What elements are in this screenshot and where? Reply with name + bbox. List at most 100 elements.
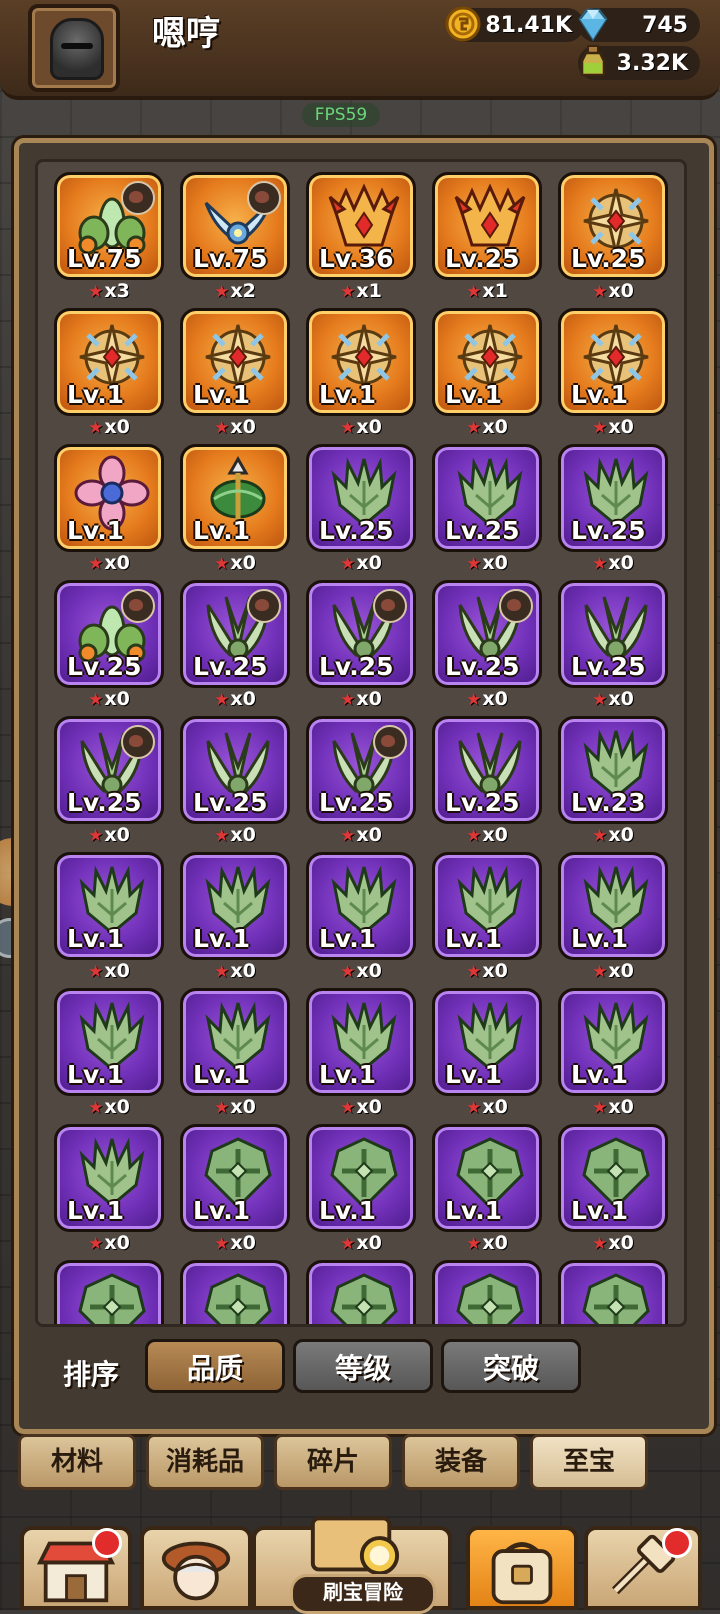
item-slot[interactable]: Lv.1 ★x0	[558, 1124, 668, 1254]
item-tile[interactable]	[558, 1260, 668, 1324]
item-tile[interactable]	[54, 1260, 164, 1324]
item-tile[interactable]	[180, 1260, 290, 1324]
sort-quality-button[interactable]: 品质	[145, 1339, 285, 1393]
item-slot[interactable]: Lv.75 ★x2	[180, 172, 290, 302]
item-tile[interactable]: Lv.25	[306, 716, 416, 824]
item-tile[interactable]: Lv.25	[558, 172, 668, 280]
item-slot[interactable]: Lv.25 ★x0	[306, 716, 416, 846]
item-slot[interactable]: Lv.1 ★x0	[54, 444, 164, 574]
item-tile[interactable]: Lv.1	[558, 988, 668, 1096]
item-slot[interactable]: Lv.1 ★x0	[432, 1124, 542, 1254]
item-slot[interactable]: Lv.1 ★x0	[558, 988, 668, 1118]
item-tile[interactable]: Lv.25	[306, 444, 416, 552]
item-slot[interactable]: Lv.1 ★x0	[432, 988, 542, 1118]
item-tile[interactable]: Lv.25	[54, 716, 164, 824]
item-slot[interactable]: Lv.75 ★x3	[54, 172, 164, 302]
item-tile[interactable]: Lv.25	[54, 580, 164, 688]
item-tile[interactable]: Lv.1	[432, 988, 542, 1096]
nav-shop[interactable]	[20, 1526, 132, 1610]
item-tile[interactable]: Lv.25	[432, 716, 542, 824]
item-slot[interactable]: Lv.1 ★x0	[432, 308, 542, 438]
item-tile[interactable]: Lv.1	[558, 1124, 668, 1232]
item-slot[interactable]: Lv.1 ★x0	[558, 308, 668, 438]
item-tile[interactable]: Lv.1	[54, 852, 164, 960]
item-slot[interactable]: Lv.1 ★x0	[54, 308, 164, 438]
item-tile[interactable]: Lv.1	[54, 988, 164, 1096]
item-tile[interactable]: Lv.1	[306, 988, 416, 1096]
item-slot[interactable]: Lv.25 ★x0	[558, 172, 668, 302]
item-tile[interactable]: Lv.25	[306, 580, 416, 688]
item-slot[interactable]: Lv.1 ★x0	[180, 444, 290, 574]
item-tile[interactable]: Lv.1	[306, 1124, 416, 1232]
item-slot[interactable]: Lv.25 ★x0	[558, 580, 668, 710]
item-tile[interactable]: Lv.75	[180, 172, 290, 280]
item-tile[interactable]: Lv.75	[54, 172, 164, 280]
item-slot[interactable]: Lv.1 ★x0	[54, 1124, 164, 1254]
item-tile[interactable]: Lv.1	[558, 308, 668, 416]
item-tile[interactable]: Lv.1	[54, 444, 164, 552]
item-slot[interactable]	[558, 1260, 668, 1324]
gold-resource[interactable]: 81.41K	[445, 6, 584, 42]
item-slot[interactable]: Lv.1 ★x0	[432, 852, 542, 982]
item-tile[interactable]: Lv.25	[432, 172, 542, 280]
nav-forge[interactable]	[584, 1526, 702, 1610]
item-tile[interactable]: Lv.1	[558, 852, 668, 960]
item-tile[interactable]	[432, 1260, 542, 1324]
item-tile[interactable]: Lv.1	[54, 308, 164, 416]
item-slot[interactable]: Lv.25 ★x0	[432, 580, 542, 710]
item-tile[interactable]: Lv.1	[180, 444, 290, 552]
item-slot[interactable]: Lv.1 ★x0	[180, 308, 290, 438]
item-tile[interactable]: Lv.1	[180, 988, 290, 1096]
potion-resource[interactable]: 3.32K	[578, 45, 700, 80]
item-slot[interactable]: Lv.25 ★x1	[432, 172, 542, 302]
item-slot[interactable]: Lv.1 ★x0	[180, 852, 290, 982]
item-tile[interactable]: Lv.1	[54, 1124, 164, 1232]
item-slot[interactable]: Lv.25 ★x0	[558, 444, 668, 574]
item-slot[interactable]: Lv.25 ★x0	[306, 444, 416, 574]
item-tile[interactable]: Lv.25	[558, 580, 668, 688]
item-tile[interactable]	[306, 1260, 416, 1324]
item-slot[interactable]	[306, 1260, 416, 1324]
item-slot[interactable]: Lv.25 ★x0	[432, 716, 542, 846]
nav-bag[interactable]	[466, 1526, 578, 1610]
item-slot[interactable]: Lv.1 ★x0	[180, 988, 290, 1118]
tab-equipment[interactable]: 装备	[402, 1434, 520, 1490]
item-slot[interactable]	[180, 1260, 290, 1324]
item-slot[interactable]: Lv.25 ★x0	[180, 580, 290, 710]
nav-hero[interactable]	[140, 1526, 252, 1610]
item-slot[interactable]: Lv.1 ★x0	[306, 308, 416, 438]
sort-breakthrough-button[interactable]: 突破	[441, 1339, 581, 1393]
item-tile[interactable]: Lv.25	[180, 580, 290, 688]
item-slot[interactable]: Lv.25 ★x0	[180, 716, 290, 846]
sort-level-button[interactable]: 等级	[293, 1339, 433, 1393]
item-tile[interactable]: Lv.1	[180, 852, 290, 960]
item-slot[interactable]: Lv.1 ★x0	[306, 988, 416, 1118]
tab-fragments[interactable]: 碎片	[274, 1434, 392, 1490]
item-tile[interactable]: Lv.25	[558, 444, 668, 552]
item-tile[interactable]: Lv.36	[306, 172, 416, 280]
item-tile[interactable]: Lv.25	[432, 580, 542, 688]
tab-treasures[interactable]: 至宝	[530, 1434, 648, 1490]
item-tile[interactable]: Lv.1	[180, 308, 290, 416]
gem-resource[interactable]: 745	[578, 8, 700, 42]
item-slot[interactable]: Lv.36 ★x1	[306, 172, 416, 302]
tab-consumables[interactable]: 消耗品	[146, 1434, 264, 1490]
item-tile[interactable]: Lv.1	[432, 308, 542, 416]
item-slot[interactable]: Lv.1 ★x0	[54, 988, 164, 1118]
item-tile[interactable]: Lv.1	[306, 852, 416, 960]
item-slot[interactable]: Lv.25 ★x0	[432, 444, 542, 574]
item-slot[interactable]	[432, 1260, 542, 1324]
item-tile[interactable]: Lv.1	[432, 852, 542, 960]
item-slot[interactable]: Lv.1 ★x0	[54, 852, 164, 982]
item-slot[interactable]: Lv.23 ★x0	[558, 716, 668, 846]
item-slot[interactable]: Lv.25 ★x0	[54, 580, 164, 710]
adventure-label[interactable]: 刷宝冒险	[290, 1574, 436, 1614]
item-tile[interactable]: Lv.23	[558, 716, 668, 824]
item-tile[interactable]: Lv.1	[432, 1124, 542, 1232]
item-slot[interactable]	[54, 1260, 164, 1324]
item-slot[interactable]: Lv.25 ★x0	[306, 580, 416, 710]
item-tile[interactable]: Lv.25	[432, 444, 542, 552]
item-slot[interactable]: Lv.1 ★x0	[180, 1124, 290, 1254]
item-slot[interactable]: Lv.1 ★x0	[558, 852, 668, 982]
item-slot[interactable]: Lv.1 ★x0	[306, 1124, 416, 1254]
